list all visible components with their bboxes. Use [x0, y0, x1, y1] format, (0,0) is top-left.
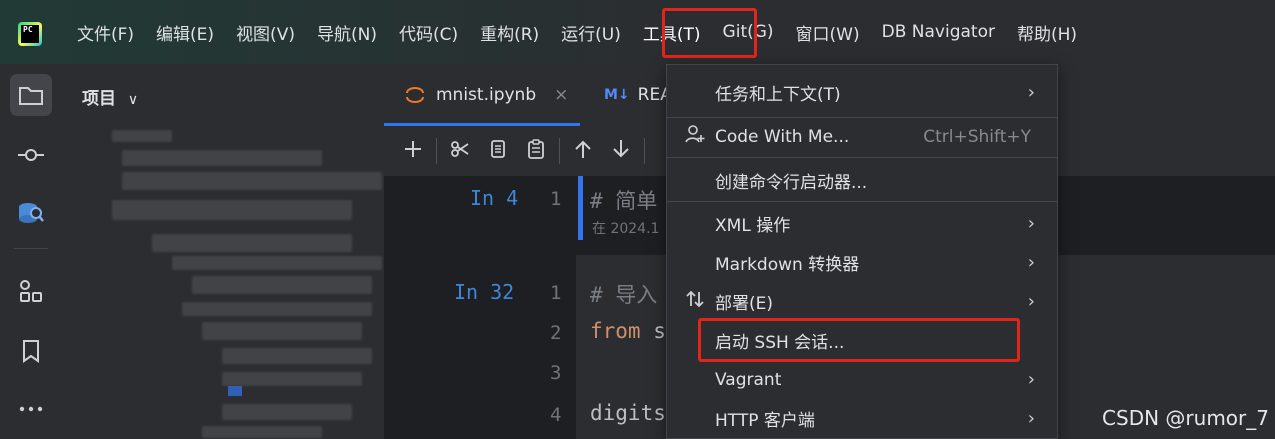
cell-execution-count: In 32: [454, 280, 515, 304]
blurred-file-icon: [228, 386, 242, 396]
submenu-arrow-icon: ›: [1027, 82, 1035, 103]
tab-readme[interactable]: M↓ REA: [604, 64, 672, 126]
blurred-tree-item: [112, 130, 172, 142]
line-number: 3: [550, 362, 562, 384]
menu-window[interactable]: 窗口(W): [785, 20, 871, 45]
project-panel-title[interactable]: 项目 ∨: [82, 84, 138, 109]
toolbar-divider: [644, 138, 645, 164]
cut-icon[interactable]: [441, 139, 479, 164]
menu-run[interactable]: 运行(U): [550, 20, 632, 45]
tools-dropdown-menu: 任务和上下文(T) › Code With Me... Ctrl+Shift+Y…: [666, 64, 1058, 439]
menu-bar: PC 文件(F) 编辑(E) 视图(V) 导航(N) 代码(C) 重构(R) 运…: [0, 0, 1275, 64]
line-number: 2: [550, 322, 562, 344]
blurred-tree-item: [122, 150, 322, 166]
menu-divider: [667, 157, 1057, 158]
line-number: 1: [550, 282, 562, 304]
submenu-arrow-icon: ›: [1027, 252, 1035, 273]
menu-item-create-launcher[interactable]: 创建命令行启动器...: [667, 161, 1057, 200]
ssh-item-highlight-box: [698, 318, 1020, 362]
menu-view[interactable]: 视图(V): [225, 20, 306, 45]
blurred-tree-item: [202, 322, 362, 340]
structure-icon[interactable]: [10, 270, 52, 312]
menu-item-markdown-converter[interactable]: Markdown 转换器 ›: [667, 243, 1057, 282]
menu-db-navigator[interactable]: DB Navigator: [871, 22, 1006, 42]
blurred-tree-item: [122, 172, 382, 190]
blurred-tree-item: [182, 302, 372, 316]
commit-icon[interactable]: [10, 134, 52, 176]
user-add-icon: [683, 124, 707, 149]
blurred-tree-item: [192, 276, 372, 294]
blurred-tree-item: [222, 372, 362, 386]
markdown-icon: M↓: [604, 87, 630, 103]
menu-navigate[interactable]: 导航(N): [306, 20, 388, 45]
menu-item-vagrant[interactable]: Vagrant ›: [667, 360, 1057, 399]
menu-item-deployment[interactable]: 部署(E) ›: [667, 282, 1057, 321]
menu-item-xml-actions[interactable]: XML 操作 ›: [667, 204, 1057, 243]
shortcut-label: Ctrl+Shift+Y: [923, 126, 1031, 147]
project-folder-icon[interactable]: [10, 74, 52, 116]
menu-item-http-client[interactable]: HTTP 客户端 ›: [667, 399, 1057, 438]
menu-refactor[interactable]: 重构(R): [469, 20, 550, 45]
more-icon[interactable]: [10, 388, 52, 430]
database-search-icon[interactable]: [10, 192, 52, 234]
blurred-tree-item: [112, 200, 352, 220]
cell-execution-meta: 在 2024.1: [592, 221, 660, 237]
code-line[interactable]: from s: [590, 319, 666, 343]
blurred-tree-item: [202, 426, 322, 438]
strip-divider: [14, 248, 48, 249]
deploy-icon: [683, 289, 707, 314]
blurred-tree-item: [222, 348, 372, 364]
line-number: 1: [550, 188, 562, 210]
menu-item-code-with-me[interactable]: Code With Me... Ctrl+Shift+Y: [667, 117, 1057, 156]
move-up-icon[interactable]: [564, 139, 602, 164]
pycharm-logo-icon[interactable]: PC: [18, 22, 42, 46]
move-down-icon[interactable]: [602, 139, 640, 164]
code-line[interactable]: # 导入: [590, 279, 657, 309]
menu-divider: [667, 201, 1057, 202]
submenu-arrow-icon: ›: [1027, 213, 1035, 234]
tab-mnist-ipynb[interactable]: mnist.ipynb ×: [404, 64, 568, 126]
submenu-arrow-icon: ›: [1027, 408, 1035, 429]
menu-file[interactable]: 文件(F): [66, 20, 145, 45]
main-menu: 文件(F) 编辑(E) 视图(V) 导航(N) 代码(C) 重构(R) 运行(U…: [66, 0, 1088, 64]
menu-edit[interactable]: 编辑(E): [145, 20, 225, 45]
blurred-tree-item: [172, 256, 382, 270]
menu-code[interactable]: 代码(C): [388, 20, 469, 45]
menu-item-tasks-context[interactable]: 任务和上下文(T) ›: [667, 73, 1057, 112]
tools-menu-highlight-box: [662, 8, 757, 58]
copy-icon[interactable]: [479, 139, 517, 164]
submenu-arrow-icon: ›: [1027, 291, 1035, 312]
jupyter-icon: [406, 87, 424, 103]
paste-icon[interactable]: [517, 138, 555, 164]
tool-window-strip: [0, 64, 63, 439]
submenu-arrow-icon: ›: [1027, 369, 1035, 390]
code-line[interactable]: # 简单: [590, 185, 657, 215]
project-panel: 项目 ∨: [62, 64, 384, 439]
toolbar-divider: [559, 138, 560, 164]
code-line[interactable]: digits: [590, 401, 666, 425]
add-cell-icon[interactable]: [394, 139, 432, 164]
cell-execution-count: In 4: [470, 186, 519, 210]
blurred-tree-item: [222, 404, 352, 420]
close-icon[interactable]: ×: [554, 85, 568, 105]
blurred-tree-item: [152, 234, 352, 252]
selected-cell-indicator: [578, 176, 583, 240]
bookmark-icon[interactable]: [10, 330, 52, 372]
line-number: 4: [550, 404, 562, 426]
watermark: CSDN @rumor_7: [1102, 406, 1269, 430]
menu-help[interactable]: 帮助(H): [1006, 20, 1088, 45]
toolbar-divider: [436, 138, 437, 164]
chevron-down-icon: ∨: [127, 92, 139, 108]
